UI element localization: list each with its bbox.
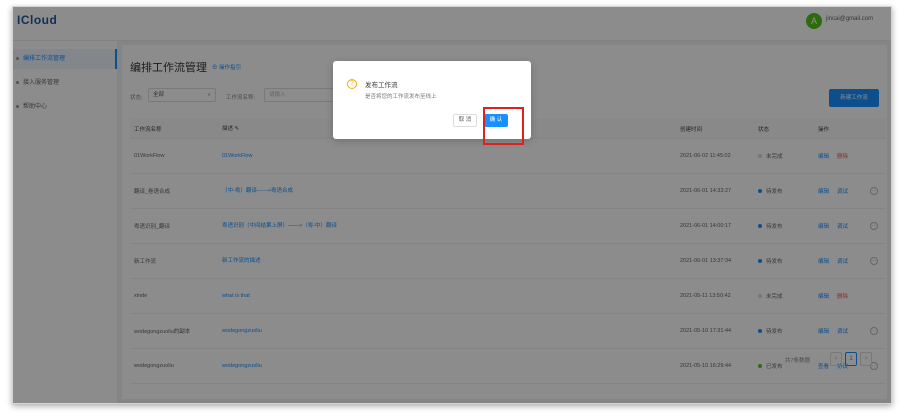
highlight-box — [483, 107, 524, 145]
app-window: ICloud A jincai@gmail.com 编排工作流管理 接入服务管理… — [13, 7, 891, 403]
dialog-content: 是否将您的工作流发布至线上 — [365, 94, 437, 100]
cancel-button[interactable]: 取 消 — [453, 114, 477, 127]
question-icon: ? — [347, 79, 357, 89]
modal-mask[interactable]: ? 发布工作流 是否将您的工作流发布至线上 取 消 确 认 — [13, 7, 891, 403]
dialog-title: 发布工作流 — [365, 82, 398, 89]
screenshot-frame: ICloud A jincai@gmail.com 编排工作流管理 接入服务管理… — [12, 6, 892, 404]
